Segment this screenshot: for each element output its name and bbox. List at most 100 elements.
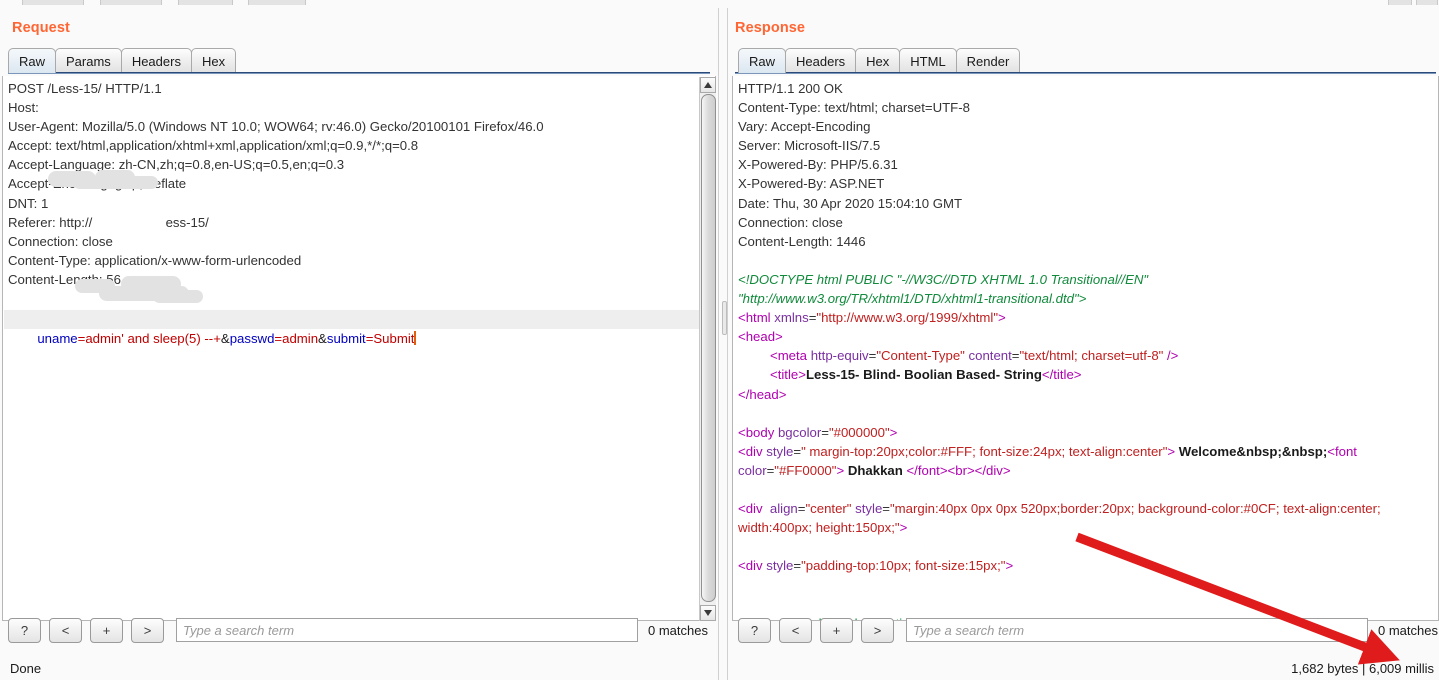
search-placeholder: Type a search term [913, 622, 1025, 638]
request-editor[interactable]: POST /Less-15/ HTTP/1.1 Host: User-Agent:… [2, 76, 716, 621]
panel-splitter[interactable] [718, 8, 728, 680]
token-tag: <font [1327, 443, 1357, 459]
top-tab-stub[interactable] [1388, 0, 1412, 5]
tab-label: Hex [201, 53, 226, 69]
token-tag: > [889, 424, 898, 440]
request-tab-raw[interactable]: Raw [8, 48, 57, 73]
response-headers-text: HTTP/1.1 200 OK Content-Type: text/html; … [738, 79, 970, 251]
token-tag: <head> [738, 329, 783, 345]
response-header-line: X-Powered-By: ASP.NET [738, 176, 885, 192]
response-panel-title: Response [735, 20, 806, 36]
response-header-line: Content-Length: 1446 [738, 233, 866, 249]
find-next-button[interactable]: > [131, 617, 164, 643]
token-tag: > [899, 520, 908, 536]
response-panel: Response Raw Headers Hex HTML Render HTTP/1.… [730, 8, 1439, 680]
token-tag: <meta [770, 348, 811, 364]
scrollbar-thumb[interactable] [701, 94, 716, 602]
find-prev-button[interactable]: < [779, 617, 812, 643]
response-tab-html[interactable]: HTML [899, 48, 957, 73]
top-tab-stub[interactable] [248, 0, 306, 5]
request-tabbar: Raw Params Headers Hex [8, 46, 237, 73]
request-body-text[interactable]: uname=admin' and sleep(5) --+&passwd=adm… [8, 310, 417, 367]
top-tab-stub[interactable] [1416, 0, 1438, 5]
response-body-line: <body bgcolor="#000000"> [738, 423, 1381, 442]
find-prev-button[interactable]: < [49, 617, 82, 643]
redaction-blob-host [73, 176, 158, 189]
response-body-line: <title>Less-15- Blind- Boolian Based- St… [738, 365, 1381, 384]
response-body-line [738, 576, 1381, 595]
token-attr: bgcolor [777, 424, 822, 440]
token-attr: align [769, 501, 798, 517]
token-plain: = [793, 443, 802, 459]
request-vertical-scrollbar[interactable] [699, 77, 716, 621]
response-header-line: Vary: Accept-Encoding [738, 119, 871, 135]
token-val: "padding-top:10px; font-size:15px;" [801, 558, 1006, 574]
find-help-button[interactable]: ? [8, 617, 41, 643]
token-tag: > [836, 462, 848, 478]
top-tab-stub[interactable] [100, 0, 162, 5]
response-tabbar: Raw Headers Hex HTML Render [738, 46, 1021, 73]
response-tab-hex[interactable]: Hex [855, 48, 901, 73]
top-tab-stub[interactable] [178, 0, 233, 5]
request-find-bar: ? < + > Type a search term 0 matches [8, 614, 708, 646]
tab-label: Raw [19, 53, 46, 69]
request-search-input[interactable]: Type a search term [176, 618, 638, 642]
param-separator: & [220, 331, 230, 346]
param-separator: & [318, 331, 327, 346]
response-body-line [738, 480, 1381, 499]
response-body-line: <div align="center" style="margin:40px 0… [738, 499, 1381, 518]
top-tab-stub[interactable] [22, 0, 84, 5]
token-plain: = [882, 501, 890, 517]
response-body-text: <!DOCTYPE html PUBLIC "-//W3C//DTD XHTML… [738, 270, 1381, 620]
token-val: "text/html; charset=utf-8" [1019, 348, 1164, 364]
find-add-button[interactable]: + [820, 617, 853, 643]
find-add-button[interactable]: + [90, 617, 123, 643]
token-text: Welcome&nbsp;&nbsp; [1178, 443, 1328, 459]
request-header-line: Accept: text/html,application/xhtml+xml,… [8, 138, 419, 154]
response-body-line [738, 537, 1381, 556]
token-attr: style [766, 443, 794, 459]
find-next-button[interactable]: > [861, 617, 894, 643]
token-attr: style [855, 501, 883, 517]
token-tag: /> [1163, 348, 1179, 364]
token-tag: <div [738, 443, 767, 459]
token-plain: = [821, 424, 829, 440]
token-tag: > [1167, 443, 1179, 459]
request-panel: Request Raw Params Headers Hex POST /Less-1… [0, 8, 718, 680]
response-body-line: <meta http-equiv="Content-Type" content=… [738, 346, 1381, 365]
response-tab-render[interactable]: Render [955, 48, 1021, 73]
request-tab-headers[interactable]: Headers [120, 48, 192, 73]
param-value-uname: =admin' and sleep(5) --+ [77, 331, 221, 346]
splitter-grip[interactable] [722, 301, 727, 335]
response-body-line: <!DOCTYPE html PUBLIC "-//W3C//DTD XHTML… [738, 270, 1381, 289]
request-tab-hex[interactable]: Hex [190, 48, 237, 73]
token-tag: <html [738, 310, 775, 326]
token-attr: color [738, 462, 767, 478]
token-val: "#FF0000" [774, 462, 837, 478]
request-header-line: User-Agent: Mozilla/5.0 (Windows NT 10.0… [8, 119, 544, 135]
response-editor[interactable]: HTTP/1.1 200 OK Content-Type: text/html; … [732, 76, 1439, 621]
response-tab-raw[interactable]: Raw [738, 48, 787, 73]
find-help-button[interactable]: ? [738, 617, 771, 643]
response-search-input[interactable]: Type a search term [906, 618, 1368, 642]
response-body-line: <html xmlns="http://www.w3.org/1999/xhtm… [738, 308, 1381, 327]
response-tab-headers[interactable]: Headers [785, 48, 857, 73]
response-body-line: color="#FF0000"> Dhakkan </font><br></di… [738, 461, 1381, 480]
scroll-up-button[interactable] [700, 77, 716, 93]
response-body-line [738, 404, 1381, 423]
response-body-line: <head> [738, 327, 1381, 346]
token-val: "margin:40px 0px 0px 520px;border:20px; … [889, 501, 1381, 517]
request-header-line: POST /Less-15/ HTTP/1.1 [8, 81, 162, 96]
tab-label: HTML [910, 53, 946, 69]
token-text: Less-15- Blind- Boolian Based- String [805, 367, 1042, 383]
token-doctype: <!DOCTYPE html PUBLIC "-//W3C//DTD XHTML… [738, 272, 1149, 287]
token-tag: > [1005, 558, 1014, 574]
token-tag: <div [738, 501, 770, 517]
request-tab-params[interactable]: Params [55, 48, 122, 73]
token-attr: xmlns [774, 310, 809, 326]
tab-label: Hex [866, 53, 890, 69]
caret-up-icon [704, 82, 712, 88]
param-name-uname: uname [37, 331, 78, 346]
token-tag: <body [738, 424, 778, 440]
tab-label: Raw [749, 53, 776, 69]
